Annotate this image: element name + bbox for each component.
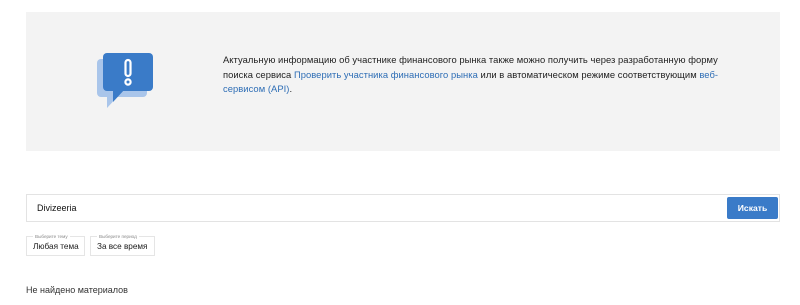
notice-text: Актуальную информацию об участнике финан… bbox=[223, 53, 723, 97]
topic-filter-select[interactable]: Выберите тему Любая тема bbox=[26, 233, 85, 256]
notice-text-part: . bbox=[289, 83, 293, 95]
search-bar: Искать bbox=[26, 194, 780, 222]
search-input[interactable] bbox=[27, 195, 717, 221]
topic-filter-value: Любая тема bbox=[33, 242, 79, 251]
page: Актуальную информацию об участнике финан… bbox=[0, 0, 800, 305]
topic-filter-caption: Выберите тему bbox=[33, 233, 70, 240]
period-filter-value: За все время bbox=[97, 242, 148, 251]
period-filter-select[interactable]: Выберите период За все время bbox=[90, 233, 155, 256]
check-participant-link[interactable]: Проверить участника финансового рынка bbox=[294, 69, 478, 80]
search-button[interactable]: Искать bbox=[727, 197, 778, 219]
notice-text-part: или в автоматическом режиме соответствую… bbox=[477, 68, 700, 80]
period-filter-caption: Выберите период bbox=[97, 233, 139, 240]
exclamation-speech-bubble-icon bbox=[97, 53, 153, 108]
no-results-message: Не найдено материалов bbox=[26, 285, 128, 295]
